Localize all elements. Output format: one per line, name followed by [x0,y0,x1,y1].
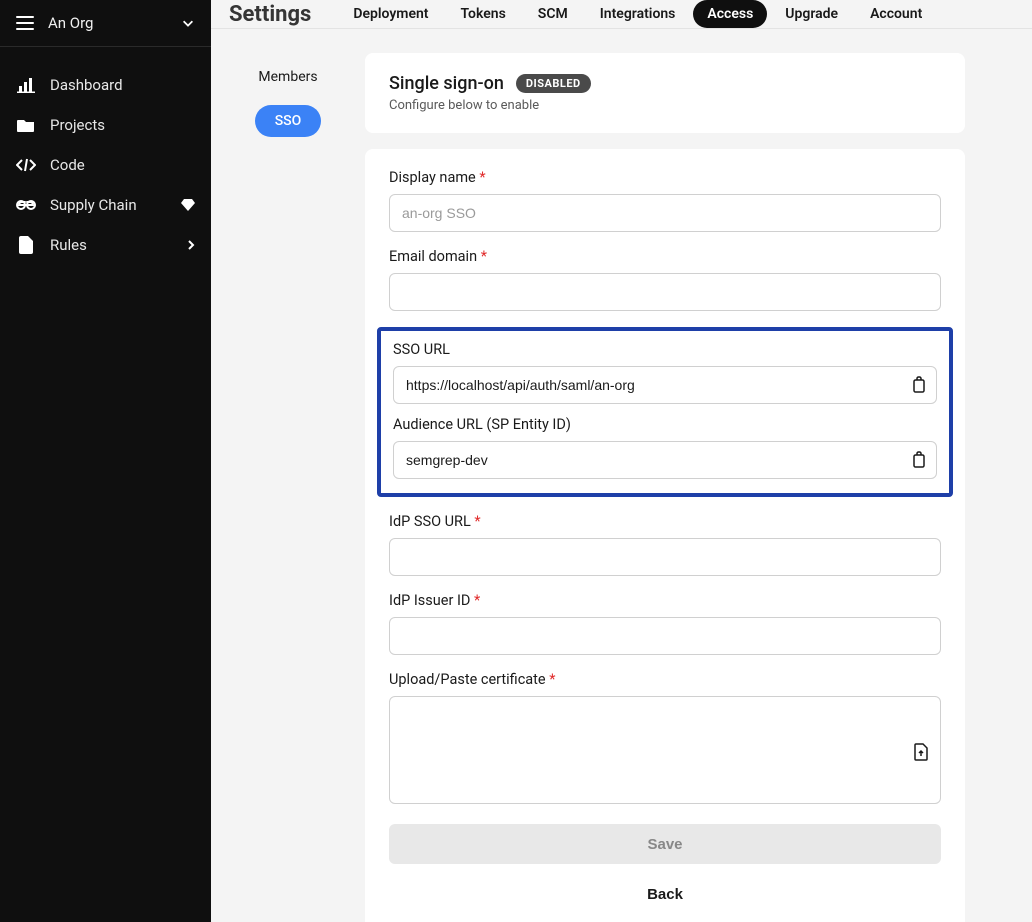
folder-icon [16,115,36,135]
status-badge: DISABLED [516,74,591,93]
display-name-label: Display name * [389,169,941,186]
highlighted-section: SSO URL Audience URL (SP Entity ID) [377,327,953,497]
sso-title: Single sign-on [389,73,504,94]
audience-url-input[interactable] [393,441,937,479]
subtab-sso[interactable]: SSO [255,105,322,137]
idp-issuer-id-input[interactable] [389,617,941,655]
idp-issuer-id-label: IdP Issuer ID * [389,592,941,609]
sidebar-item-rules[interactable]: Rules [0,225,211,265]
display-name-input[interactable] [389,194,941,232]
sidebar-item-code[interactable]: Code [0,145,211,185]
sso-url-label: SSO URL [393,341,937,358]
sidebar-item-supply-chain[interactable]: Supply Chain [0,185,211,225]
tab-integrations[interactable]: Integrations [586,0,690,28]
subtab-members[interactable]: Members [238,61,337,93]
sso-url-input[interactable] [393,366,937,404]
tab-access[interactable]: Access [693,0,767,28]
chart-icon [16,75,36,95]
sso-form-card: Display name * Email domain * SSO URL [365,149,965,922]
subnav: Members SSO [211,53,365,922]
idp-sso-url-input[interactable] [389,538,941,576]
document-icon [16,235,36,255]
certificate-textarea[interactable] [389,696,941,804]
audience-url-label: Audience URL (SP Entity ID) [393,416,937,433]
sidebar: An Org Dashboard Projects Code Supply Ch… [0,0,211,922]
sidebar-nav: Dashboard Projects Code Supply Chain Rul… [0,47,211,283]
topbar: Settings Deployment Tokens SCM Integrati… [211,0,1032,29]
org-switcher[interactable]: An Org [0,0,211,47]
diamond-icon [181,199,195,211]
code-icon [16,155,36,175]
chevron-down-icon [181,16,195,30]
sidebar-label: Rules [50,236,87,254]
email-domain-label: Email domain * [389,248,941,265]
chevron-right-icon [187,239,195,251]
sidebar-item-dashboard[interactable]: Dashboard [0,65,211,105]
sso-header-card: Single sign-on DISABLED Configure below … [365,53,965,133]
clipboard-icon[interactable] [911,376,927,394]
tab-account[interactable]: Account [856,0,936,28]
file-upload-icon[interactable] [913,743,929,761]
email-domain-input[interactable] [389,273,941,311]
sidebar-item-projects[interactable]: Projects [0,105,211,145]
sso-subtitle: Configure below to enable [389,98,941,113]
tab-scm[interactable]: SCM [524,0,582,28]
back-button[interactable]: Back [389,874,941,914]
sidebar-label: Supply Chain [50,196,137,214]
org-name: An Org [48,14,181,32]
menu-icon [16,16,34,30]
tab-tokens[interactable]: Tokens [447,0,520,28]
sidebar-label: Code [50,156,85,174]
tab-deployment[interactable]: Deployment [339,0,442,28]
main: Settings Deployment Tokens SCM Integrati… [211,0,1032,922]
save-button[interactable]: Save [389,824,941,864]
link-icon [16,195,36,215]
page-title: Settings [229,2,311,27]
tab-upgrade[interactable]: Upgrade [771,0,852,28]
clipboard-icon[interactable] [911,451,927,469]
sidebar-label: Dashboard [50,76,123,94]
certificate-label: Upload/Paste certificate * [389,671,941,688]
sidebar-label: Projects [50,116,105,134]
idp-sso-url-label: IdP SSO URL * [389,513,941,530]
